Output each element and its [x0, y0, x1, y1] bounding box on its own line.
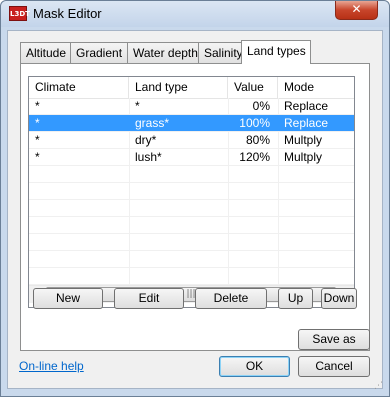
cell-mode: Replace — [284, 116, 329, 130]
cell-land-type: grass* — [135, 116, 170, 130]
table-row[interactable]: * * 0% Replace — [29, 98, 354, 115]
empty-row — [29, 183, 354, 200]
dialog-client-area: Altitude Gradient Water depth Salinity L… — [7, 30, 383, 389]
empty-row — [29, 234, 354, 251]
cell-land-type: * — [135, 99, 140, 113]
empty-row — [29, 268, 354, 285]
tab-water-depth[interactable]: Water depth — [127, 42, 199, 63]
window-title: Mask Editor — [33, 6, 102, 21]
save-as-button[interactable]: Save as — [298, 329, 370, 350]
up-button[interactable]: Up — [278, 288, 313, 309]
cell-value: 80% — [245, 133, 270, 147]
cell-value: 100% — [239, 116, 270, 130]
cell-climate: * — [35, 99, 40, 113]
tab-land-types[interactable]: Land types — [241, 40, 311, 64]
cancel-button[interactable]: Cancel — [298, 356, 370, 377]
delete-button[interactable]: Delete — [195, 288, 267, 309]
table-row-selected[interactable]: * grass* 100% Replace — [29, 115, 354, 132]
cell-climate: * — [35, 150, 40, 164]
cell-land-type: lush* — [135, 150, 162, 164]
close-button[interactable]: ✕ — [335, 1, 378, 20]
tab-gradient[interactable]: Gradient — [70, 42, 128, 63]
resize-grip-icon[interactable]: ⋰ — [374, 381, 384, 391]
cell-land-type: dry* — [135, 133, 157, 147]
empty-row — [29, 217, 354, 234]
cell-value: 120% — [239, 150, 270, 164]
tab-salinity[interactable]: Salinity — [198, 42, 243, 63]
land-types-list[interactable]: Climate Land type Value Mode * * 0% Repl… — [28, 76, 355, 308]
cell-climate: * — [35, 116, 40, 130]
ok-button[interactable]: OK — [219, 356, 290, 377]
down-button[interactable]: Down — [321, 288, 357, 309]
cell-mode: Replace — [284, 99, 329, 113]
cell-value: 0% — [252, 99, 270, 113]
empty-row — [29, 251, 354, 268]
edit-button[interactable]: Edit — [114, 288, 184, 309]
cell-mode: Multply — [284, 150, 323, 164]
cell-mode: Multply — [284, 133, 323, 147]
column-header-climate[interactable]: Climate — [29, 77, 129, 98]
column-header-land-type[interactable]: Land type — [129, 77, 228, 98]
column-header-value[interactable]: Value — [228, 77, 278, 98]
empty-row — [29, 200, 354, 217]
tab-altitude[interactable]: Altitude — [20, 42, 71, 63]
empty-row — [29, 166, 354, 183]
column-header-mode[interactable]: Mode — [278, 77, 354, 98]
title-bar[interactable]: L3DT Mask Editor ✕ — [1, 1, 389, 27]
table-row[interactable]: * lush* 120% Multply — [29, 149, 354, 166]
new-button[interactable]: New — [33, 288, 103, 309]
table-row[interactable]: * dry* 80% Multply — [29, 132, 354, 149]
app-icon: L3DT — [9, 6, 30, 21]
list-header: Climate Land type Value Mode — [29, 77, 354, 99]
cell-climate: * — [35, 133, 40, 147]
online-help-link[interactable]: On-line help — [19, 359, 84, 373]
